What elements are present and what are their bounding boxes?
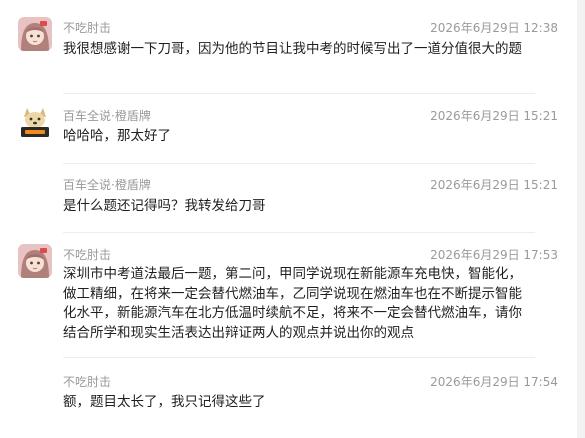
user-avatar[interactable] bbox=[18, 105, 52, 139]
comment-author[interactable]: 不吃肘击 bbox=[63, 19, 111, 36]
comment-author[interactable]: 百车全说·橙盾牌 bbox=[63, 176, 151, 193]
comment-text: 哈哈哈，那太好了 bbox=[63, 128, 171, 144]
comment-text: 深圳市中考道法最后一题，第二问，甲同学说现在新能源车充电快，智能化，做工精细，在… bbox=[63, 266, 522, 341]
scrollbar[interactable] bbox=[577, 0, 585, 438]
comment-divider bbox=[63, 232, 535, 233]
comment-thread: 不吃肘击 2026年6月29日 12:38 我很想感谢一下刀哥，因为他的节目让我… bbox=[0, 0, 585, 438]
anime-girl-avatar-icon bbox=[18, 17, 52, 51]
comment-author[interactable]: 不吃肘击 bbox=[63, 373, 111, 390]
comment-author[interactable]: 百车全说·橙盾牌 bbox=[63, 107, 151, 124]
user-avatar[interactable] bbox=[18, 17, 52, 51]
comment-text: 是什么题还记得吗？我转发给刀哥 bbox=[63, 198, 266, 214]
comment-author[interactable]: 不吃肘击 bbox=[63, 246, 111, 263]
comment-divider bbox=[63, 93, 535, 94]
comment-timestamp: 2026年6月29日 15:21 bbox=[430, 109, 558, 123]
comment-timestamp: 2026年6月29日 17:54 bbox=[430, 375, 558, 389]
comment-text: 我很想感谢一下刀哥，因为他的节目让我中考的时候写出了一道分值很大的题 bbox=[63, 41, 522, 57]
user-avatar[interactable] bbox=[18, 244, 52, 278]
dog-mascot-avatar-icon bbox=[18, 105, 52, 139]
comment-divider bbox=[63, 163, 535, 164]
comment-divider bbox=[63, 357, 535, 358]
comment-timestamp: 2026年6月29日 15:21 bbox=[430, 178, 558, 192]
comment-timestamp: 2026年6月29日 12:38 bbox=[430, 21, 558, 35]
anime-girl-avatar-icon bbox=[18, 244, 52, 278]
comment-timestamp: 2026年6月29日 17:53 bbox=[430, 248, 558, 262]
comment-text: 额，题目太长了，我只记得这些了 bbox=[63, 394, 266, 410]
